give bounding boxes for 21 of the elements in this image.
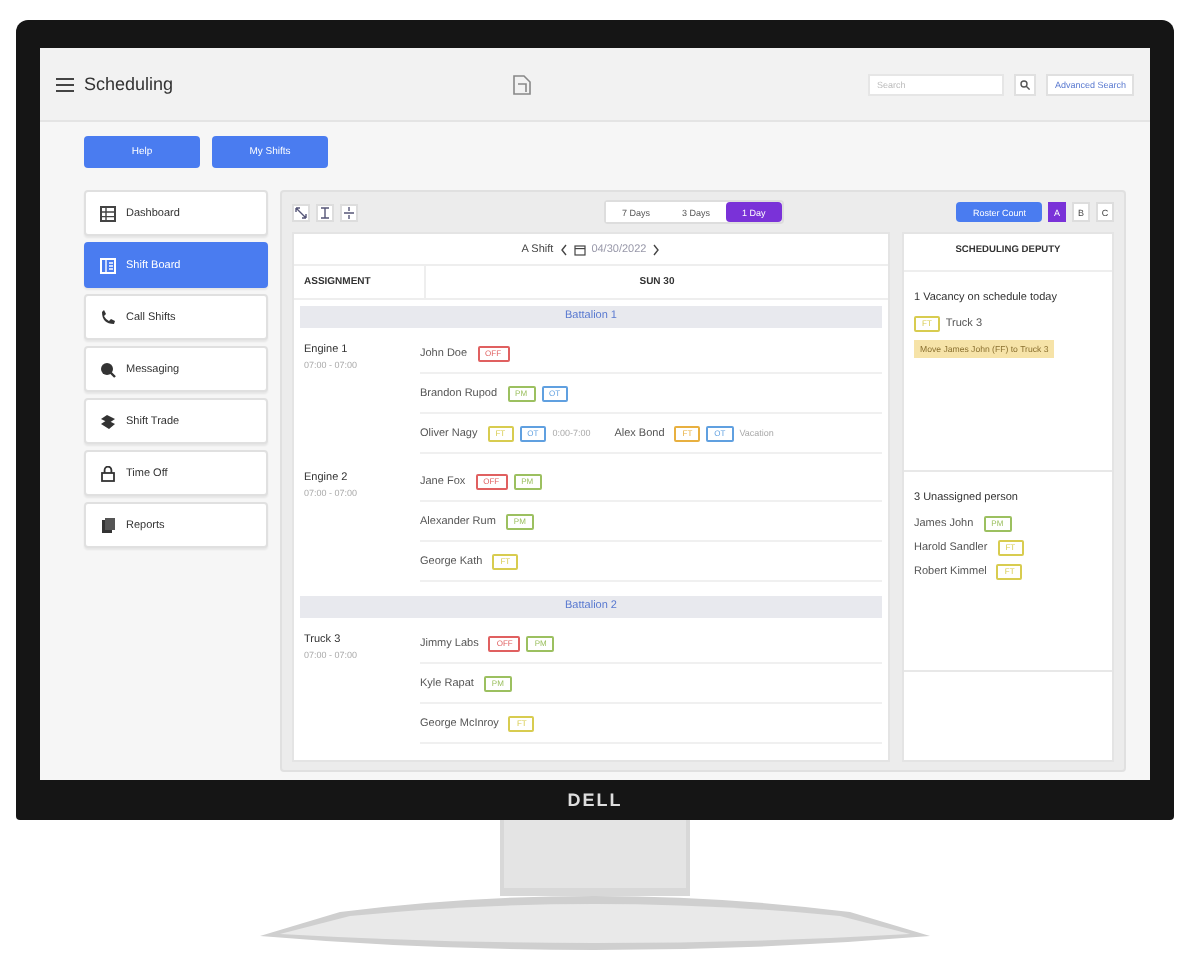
toolbar-button[interactable] xyxy=(292,203,310,221)
document-icon xyxy=(100,517,116,533)
monitor-brand-logo: DELL xyxy=(567,790,623,810)
board-icon xyxy=(100,257,116,273)
lock-icon xyxy=(100,465,116,481)
collapse-vertical-icon xyxy=(342,205,356,219)
expand-vertical-icon xyxy=(318,205,332,219)
expand-diagonal-icon xyxy=(294,205,308,219)
previous-icon[interactable] xyxy=(559,243,568,255)
menu-icon[interactable] xyxy=(56,77,74,91)
next-icon[interactable] xyxy=(652,243,661,255)
document-icon xyxy=(511,73,532,95)
search-icon xyxy=(100,361,116,377)
grid-icon xyxy=(100,205,116,221)
search-button[interactable] xyxy=(1014,73,1037,95)
toolbar-button[interactable] xyxy=(340,203,358,221)
app-title: Scheduling xyxy=(84,74,174,94)
calendar-icon[interactable] xyxy=(573,243,586,255)
stack-icon xyxy=(100,413,116,429)
search-icon xyxy=(1020,79,1031,89)
phone-icon xyxy=(100,309,116,325)
